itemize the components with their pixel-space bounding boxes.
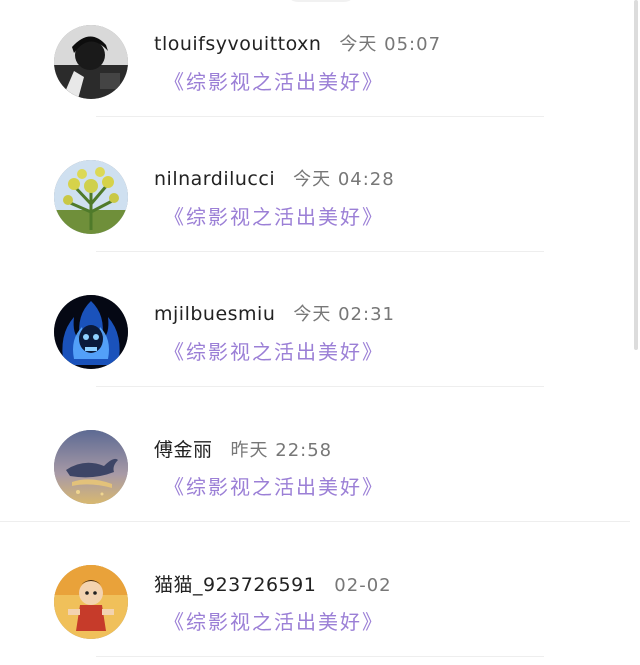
avatar[interactable] [54, 25, 128, 99]
book-title-link[interactable]: 《综影视之活出美好》 [164, 471, 384, 500]
avatar-cartoon-figure-icon [54, 565, 128, 639]
avatar[interactable] [54, 160, 128, 234]
divider [96, 251, 544, 252]
avatar-dark-portrait-icon [54, 25, 128, 99]
list-item[interactable]: mjilbuesmiu 今天 02:31 《综影视之活出美好》 [0, 270, 630, 405]
scrollbar[interactable] [634, 0, 638, 350]
timestamp: 昨天 22:58 [230, 440, 333, 461]
username[interactable]: nilnardilucci [154, 168, 275, 190]
divider [96, 116, 544, 117]
timestamp: 今天 05:07 [339, 34, 442, 55]
list-item[interactable]: 猫猫_923726591 02-02 《综影视之活出美好》 [0, 540, 630, 665]
avatar[interactable] [54, 430, 128, 504]
timestamp: 今天 04:28 [293, 169, 395, 190]
comment-meta: nilnardilucci 今天 04:28 [154, 165, 395, 191]
comment-meta: 傅金丽 昨天 22:58 [154, 435, 332, 462]
avatar-blue-flame-skull-icon [54, 295, 128, 369]
timestamp: 今天 02:31 [293, 304, 395, 325]
comment-meta: tlouifsyvouittoxn 今天 05:07 [154, 30, 441, 56]
avatar[interactable] [54, 565, 128, 639]
list-item[interactable]: nilnardilucci 今天 04:28 《综影视之活出美好》 [0, 135, 630, 270]
username[interactable]: tlouifsyvouittoxn [154, 33, 321, 55]
username[interactable]: 猫猫_923726591 [154, 570, 316, 597]
book-title-link[interactable]: 《综影视之活出美好》 [164, 66, 384, 95]
book-title-link[interactable]: 《综影视之活出美好》 [164, 201, 384, 230]
username[interactable]: 傅金丽 [154, 435, 213, 462]
comment-meta: mjilbuesmiu 今天 02:31 [154, 300, 395, 326]
comment-list-screen: tlouifsyvouittoxn 今天 05:07 《综影视之活出美好》 ni… [0, 0, 640, 665]
avatar-flower-plant-icon [54, 160, 128, 234]
divider [96, 386, 544, 387]
avatar[interactable] [54, 295, 128, 369]
timestamp: 02-02 [334, 575, 392, 596]
book-title-link[interactable]: 《综影视之活出美好》 [164, 606, 384, 635]
list-item[interactable]: 傅金丽 昨天 22:58 《综影视之活出美好》 [0, 405, 630, 540]
avatar-whale-sky-icon [54, 430, 128, 504]
book-title-link[interactable]: 《综影视之活出美好》 [164, 336, 384, 365]
username[interactable]: mjilbuesmiu [154, 303, 275, 325]
divider [0, 521, 630, 522]
comment-list: tlouifsyvouittoxn 今天 05:07 《综影视之活出美好》 ni… [0, 0, 630, 665]
comment-meta: 猫猫_923726591 02-02 [154, 570, 392, 597]
divider [96, 656, 544, 657]
list-item[interactable]: tlouifsyvouittoxn 今天 05:07 《综影视之活出美好》 [0, 0, 630, 135]
